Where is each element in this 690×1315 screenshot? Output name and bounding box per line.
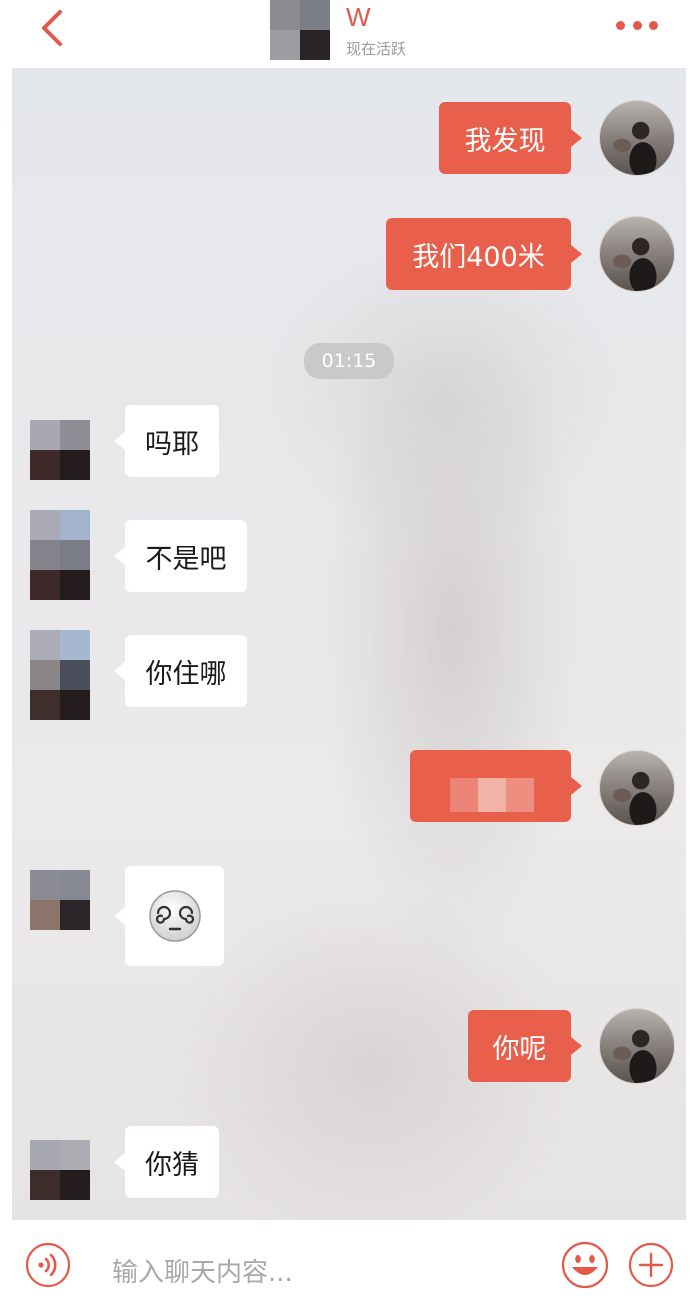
contact-avatar[interactable] [270, 0, 330, 60]
contact-message-avatar[interactable] [30, 420, 90, 480]
plus-button[interactable] [628, 1242, 674, 1288]
chat-header: W 现在活跃 [0, 0, 690, 66]
input-bar: 输入聊天内容... [0, 1222, 690, 1315]
contact-message-avatar[interactable] [30, 870, 90, 930]
message-bubble-outgoing[interactable]: 你呢 [468, 1010, 582, 1082]
message-text: 你住哪 [145, 658, 227, 690]
back-button[interactable] [30, 6, 74, 50]
timestamp-text: 01:15 [321, 350, 377, 372]
emoji-button[interactable] [561, 1241, 609, 1289]
message-bubble-incoming[interactable]: 你猜 [114, 1126, 219, 1198]
message-bubble-incoming[interactable]: 你住哪 [114, 635, 247, 707]
message-bubble-incoming[interactable]: 不是吧 [114, 520, 247, 592]
message-text: 我们400米 [412, 241, 545, 273]
message-bubble-incoming-emoji[interactable] [114, 866, 224, 966]
more-button[interactable] [612, 10, 662, 40]
contact-message-avatar[interactable] [30, 630, 90, 720]
smiley-icon [561, 1241, 609, 1289]
my-avatar[interactable] [599, 1008, 675, 1084]
contact-message-avatar[interactable] [30, 1140, 90, 1200]
message-bubble-outgoing[interactable]: 我发现 [439, 102, 582, 174]
voice-icon [25, 1242, 71, 1288]
timestamp-pill: 01:15 [304, 343, 394, 379]
message-bubble-outgoing-censored[interactable] [410, 750, 582, 822]
plus-icon [628, 1242, 674, 1288]
censor-mosaic [450, 778, 534, 812]
my-avatar[interactable] [599, 100, 675, 176]
voice-button[interactable] [25, 1242, 71, 1288]
chevron-left-icon [42, 10, 62, 46]
contact-name: W [346, 2, 371, 32]
message-text: 吗耶 [145, 428, 199, 460]
contact-message-avatar[interactable] [30, 510, 90, 600]
dizzy-face-emoji [148, 890, 201, 942]
message-text: 我发现 [464, 125, 546, 157]
message-bubble-incoming[interactable]: 吗耶 [114, 405, 219, 477]
more-dots-icon [616, 20, 625, 30]
message-text: 你猜 [145, 1149, 199, 1181]
contact-status: 现在活跃 [346, 40, 407, 58]
message-text: 不是吧 [145, 543, 227, 575]
message-text: 你呢 [492, 1033, 547, 1065]
my-avatar[interactable] [599, 750, 675, 826]
message-input[interactable]: 输入聊天内容... [112, 1252, 293, 1289]
message-bubble-outgoing[interactable]: 我们400米 [386, 218, 582, 290]
chat-area[interactable]: 我发现 我们400米 01:15 吗耶 不是吧 你住哪 你呢 你猜 [12, 68, 686, 1220]
my-avatar[interactable] [599, 216, 675, 292]
